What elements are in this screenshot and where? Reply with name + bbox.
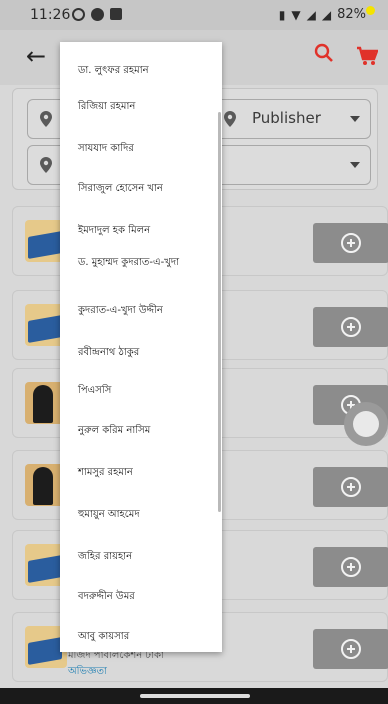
navigation-bar [0,688,388,704]
add-button[interactable] [313,223,388,263]
add-button[interactable] [313,629,388,669]
back-arrow-icon[interactable]: ← [26,42,46,70]
add-button[interactable] [313,547,388,587]
menu-item[interactable]: ডা. লুৎফর রহমান [78,64,214,77]
scrollbar[interactable] [218,112,221,512]
plus-circle-icon [341,639,361,659]
status-time: 11:26 [30,7,71,23]
publisher-dropdown[interactable]: Publisher [211,99,371,139]
plus-circle-icon [341,317,361,337]
image-notification-icon [110,8,122,20]
chevron-down-icon [350,116,360,122]
cart-badge [366,6,375,15]
location-pin-icon [40,111,52,127]
search-icon[interactable] [314,43,334,65]
wifi-icon: ▼ [291,7,301,22]
menu-item[interactable]: ড. মুহাম্মদ কুদরাত-এ-খুদা [78,256,214,269]
location-pin-icon [40,157,52,173]
chevron-down-icon [350,162,360,168]
signal-icon: ◢ [306,7,316,22]
floating-bubble[interactable] [344,402,388,446]
menu-item[interactable]: হুমায়ুন আহমেদ [78,508,214,521]
menu-item[interactable]: সাযযাদ কাদির [78,142,214,155]
add-button[interactable] [313,307,388,347]
menu-item[interactable]: শামসুর রহমান [78,466,214,479]
menu-item[interactable]: কুদরাত-এ-খুদা উদ্দীন [78,304,214,317]
battery-level: 82% [337,7,366,22]
plus-circle-icon [341,233,361,253]
publisher-label: Publisher [252,109,321,127]
home-gesture-handle[interactable] [140,694,250,698]
menu-item[interactable]: আবু কায়সার [78,630,214,643]
menu-item[interactable]: ইমদাদুল হক মিলন [78,224,214,237]
signal-icon-2: ◢ [321,7,332,22]
menu-item[interactable]: বদরুদ্দীন উমর [78,590,214,603]
menu-item[interactable]: নুরুল করিম নাসিম [78,424,214,437]
messenger-icon [91,8,104,21]
circle-outline-icon [72,8,85,21]
book-category-link[interactable]: অভিজ্ঞতা [68,664,107,681]
menu-item[interactable]: সিরাজুল হোসেন খান [78,182,214,195]
menu-item[interactable]: রবীন্দ্রনাথ ঠাকুর [78,346,214,359]
vibrate-icon: ▮ [278,7,286,22]
author-dropdown-menu: ডা. লুৎফর রহমান রিজিয়া রহমান সাযযাদ কাদ… [60,42,222,652]
status-bar: 11:26 ▮ ▼ ◢ ◢ 82% [0,0,388,30]
add-button[interactable] [313,467,388,507]
plus-circle-icon [341,477,361,497]
menu-item[interactable]: পিএসসি [78,384,214,397]
menu-item[interactable]: রিজিয়া রহমান [78,100,214,113]
cart-icon[interactable] [356,42,378,66]
plus-circle-icon [341,557,361,577]
location-pin-icon [224,111,236,127]
menu-item[interactable]: জহির রায়হান [78,550,214,563]
